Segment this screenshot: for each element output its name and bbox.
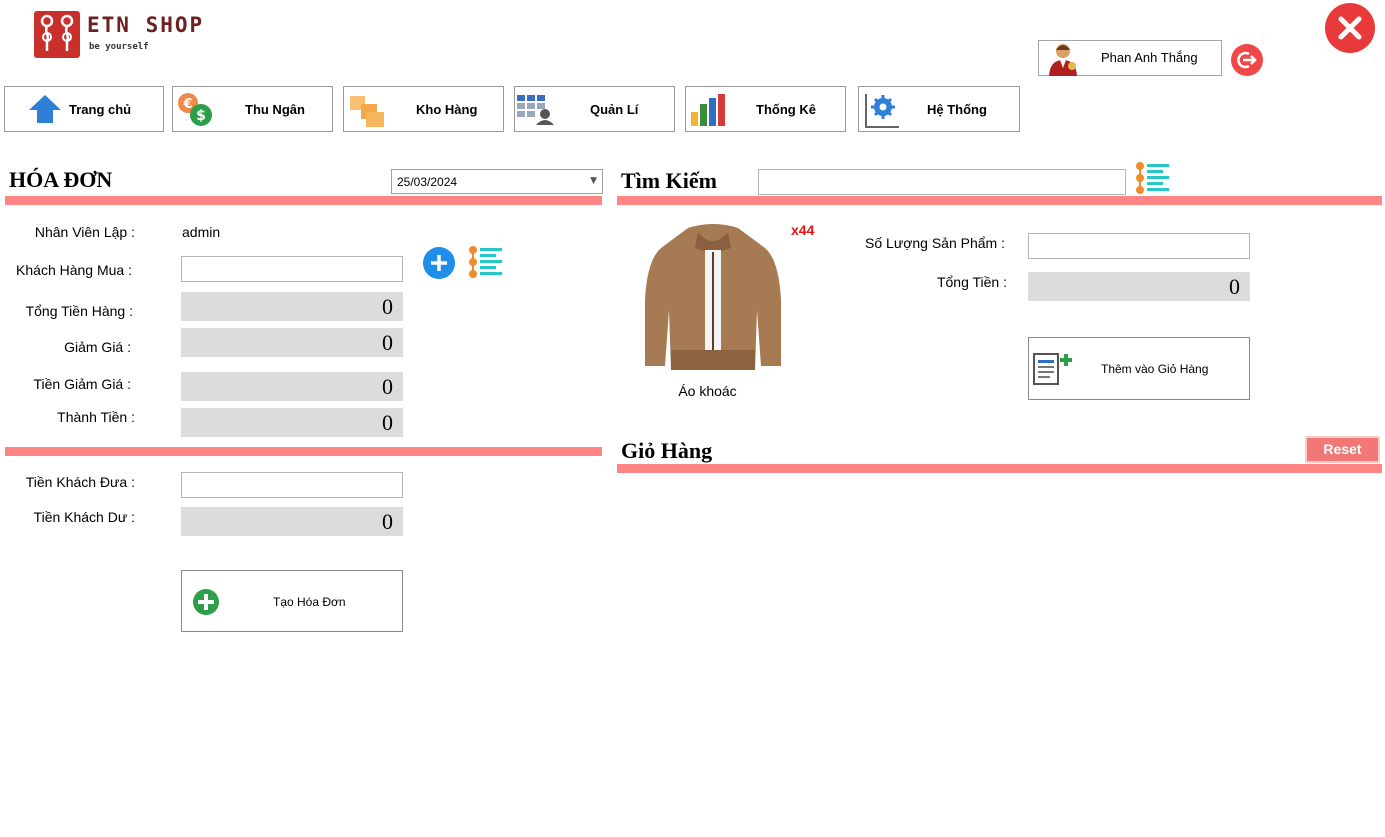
create-invoice-label: Tạo Hóa Đơn: [273, 595, 346, 609]
nav-manage-button[interactable]: Quản Lí: [514, 86, 675, 132]
logo-title: ETN SHOP: [87, 13, 205, 37]
invoice-date-picker[interactable]: 25/03/2024 ▼: [391, 169, 603, 194]
user-avatar-icon: [1045, 42, 1081, 76]
logo-icon: [34, 11, 80, 58]
user-profile-button[interactable]: Phan Anh Thắng: [1038, 40, 1222, 76]
search-input[interactable]: [758, 169, 1126, 195]
nav-home-button[interactable]: Trang chủ: [4, 86, 164, 132]
invoice-date-value: 25/03/2024: [397, 175, 458, 189]
statistics-icon: [688, 92, 725, 126]
subtotal-field: 0: [181, 292, 403, 321]
total-label: Thành Tiền :: [57, 409, 135, 425]
quantity-input[interactable]: [1028, 233, 1250, 259]
search-title: Tìm Kiếm: [621, 168, 717, 193]
product-list-icon[interactable]: [1133, 160, 1171, 196]
cash-given-label: Tiền Khách Đưa :: [25, 474, 135, 490]
cashier-icon: € $: [175, 92, 212, 126]
user-name: Phan Anh Thắng: [1101, 50, 1198, 65]
nav-label: Quản Lí: [590, 102, 639, 117]
add-customer-icon[interactable]: [422, 246, 456, 280]
invoice-header-divider: [5, 196, 602, 205]
discount-amount-label: Tiền Giảm Giá :: [33, 376, 131, 392]
nav-cashier-button[interactable]: € $ Thu Ngân: [172, 86, 333, 132]
discount-value: 0: [382, 330, 393, 355]
chevron-down-icon: ▼: [590, 176, 597, 186]
reset-cart-button[interactable]: Reset: [1305, 436, 1380, 463]
manage-icon: [515, 92, 554, 126]
product-name: Áo khoác: [678, 383, 737, 399]
nav-label: Kho Hàng: [416, 102, 478, 117]
stock-badge: x44: [791, 222, 815, 238]
change-value: 0: [382, 509, 393, 534]
warehouse-icon: [348, 92, 384, 127]
nav-label: Thống Kê: [756, 102, 816, 117]
change-field: 0: [181, 507, 403, 536]
nav-statistics-button[interactable]: Thống Kê: [685, 86, 846, 132]
change-label: Tiền Khách Dư :: [33, 509, 135, 525]
svg-text:€: €: [182, 97, 192, 112]
discount-amount-field: 0: [181, 372, 403, 401]
nav-label: Trang chủ: [69, 102, 132, 117]
customer-label: Khách Hàng Mua :: [16, 262, 132, 278]
discount-label: Giảm Giá :: [64, 339, 131, 355]
product-total-value: 0: [1229, 274, 1240, 299]
nav-warehouse-button[interactable]: Kho Hàng: [343, 86, 504, 132]
payment-divider: [5, 447, 602, 456]
logout-icon[interactable]: [1230, 44, 1264, 76]
logo-subtitle: be yourself: [89, 42, 149, 52]
employee-value: admin: [182, 224, 221, 240]
add-to-cart-button[interactable]: Thêm vào Giỏ Hàng: [1028, 337, 1250, 400]
employee-label: Nhân Viên Lập :: [34, 224, 135, 240]
cart-items-area: [617, 474, 1382, 834]
product-total-field: 0: [1028, 272, 1250, 301]
customer-list-icon[interactable]: [466, 244, 504, 280]
cash-given-input[interactable]: [181, 472, 403, 498]
close-icon[interactable]: [1324, 2, 1376, 54]
quantity-label: Số Lượng Sản Phẩm :: [865, 235, 1005, 251]
discount-field: 0: [181, 328, 403, 357]
add-circle-icon: [192, 588, 220, 616]
subtotal-value: 0: [382, 294, 393, 319]
home-icon: [27, 92, 63, 126]
svg-text:$: $: [196, 108, 206, 124]
system-icon: [863, 92, 899, 128]
add-to-cart-label: Thêm vào Giỏ Hàng: [1101, 362, 1209, 376]
nav-system-button[interactable]: Hệ Thống: [858, 86, 1020, 132]
search-header-divider: [617, 196, 1382, 205]
create-invoice-button[interactable]: Tạo Hóa Đơn: [181, 570, 403, 632]
nav-label: Hệ Thống: [927, 102, 987, 117]
cart-title: Giỏ Hàng: [621, 438, 713, 463]
nav-label: Thu Ngân: [245, 102, 305, 117]
add-to-cart-icon: [1032, 352, 1076, 386]
total-value: 0: [382, 410, 393, 435]
product-total-label: Tổng Tiền :: [936, 274, 1007, 290]
invoice-title: HÓA ĐƠN: [9, 167, 113, 192]
total-field: 0: [181, 408, 403, 437]
subtotal-label: Tổng Tiền Hàng :: [25, 303, 133, 319]
product-image[interactable]: [643, 220, 783, 370]
discount-amount-value: 0: [382, 374, 393, 399]
customer-input[interactable]: [181, 256, 403, 282]
cart-header-divider: [617, 464, 1382, 473]
